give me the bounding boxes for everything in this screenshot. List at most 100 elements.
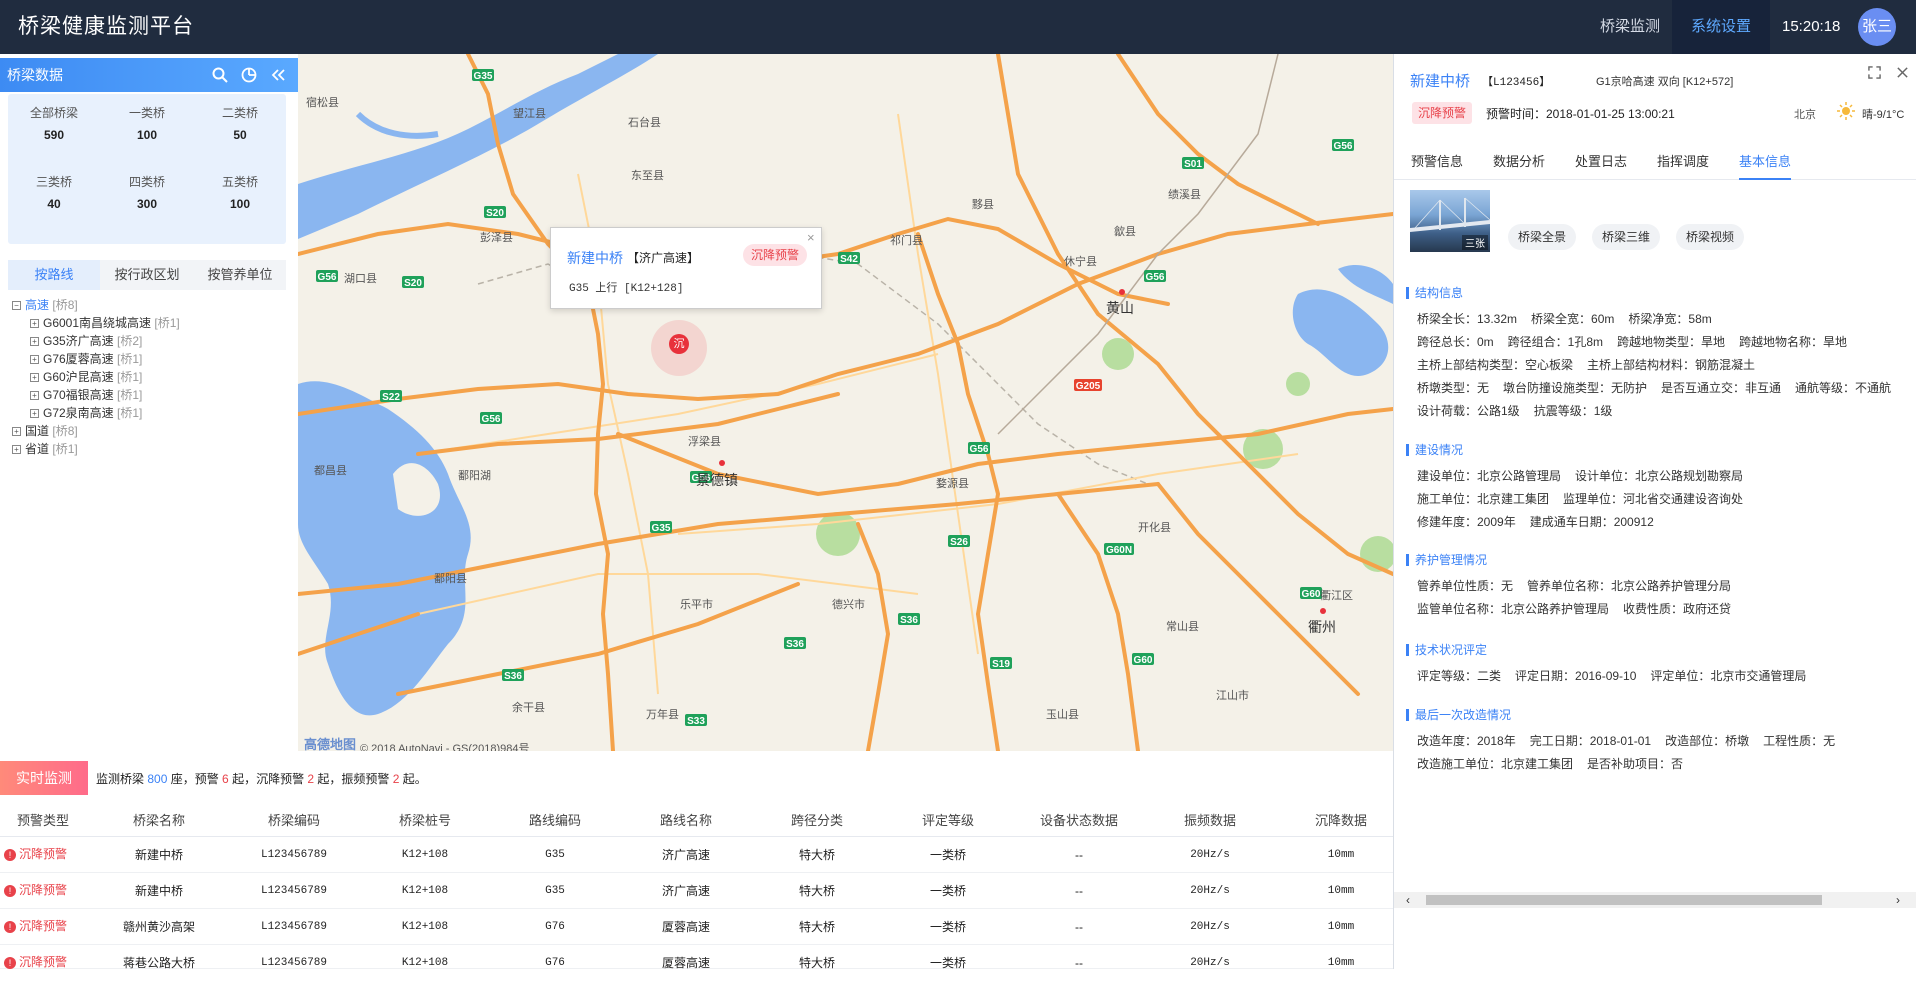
map-canvas[interactable]: G35 S20 S20 G56 S42 G56 S22 G56 G56 G56 … bbox=[298, 54, 1393, 751]
section-last-reform: 最后一次改造情况 bbox=[1406, 709, 1511, 721]
svg-text:鄱阳湖: 鄱阳湖 bbox=[458, 469, 491, 482]
tree-node-g76[interactable]: + G76厦蓉高速 [桥1] bbox=[30, 350, 142, 368]
cell: 10mm bbox=[1327, 849, 1355, 861]
realtime-monitor-button[interactable]: 实时监测 bbox=[0, 761, 88, 795]
expand-toggle-icon[interactable]: + bbox=[30, 391, 39, 401]
3d-button[interactable]: 桥梁三维 bbox=[1592, 224, 1661, 250]
cell: 赣州黄沙高架 bbox=[122, 920, 195, 934]
tab-by-region[interactable]: 按行政区划 bbox=[101, 260, 193, 290]
svg-text:S36: S36 bbox=[504, 671, 522, 682]
maximize-icon[interactable] bbox=[1868, 66, 1881, 79]
left-panel-title: 桥梁数据 bbox=[7, 67, 63, 83]
cell: 10mm bbox=[1327, 921, 1355, 933]
collapse-toggle-icon[interactable]: − bbox=[12, 301, 21, 311]
alert-marker-icon[interactable]: 沉 bbox=[669, 334, 689, 354]
bridge-marker[interactable]: 沉 bbox=[651, 320, 707, 376]
col-rating: 评定等级 bbox=[921, 813, 974, 828]
col-bridge-stake: 桥梁桩号 bbox=[398, 813, 451, 828]
expand-toggle-icon[interactable]: + bbox=[12, 427, 21, 437]
table-row[interactable]: ! 沉降预警 新建中桥 L123456789 K12+108 G35 济广高速 特… bbox=[0, 873, 1393, 909]
cell: 一类桥 bbox=[929, 920, 966, 934]
bridge-photo[interactable]: 三张 bbox=[1410, 190, 1490, 252]
svg-text:万年县: 万年县 bbox=[646, 707, 679, 721]
app-title: 桥梁健康监测平台 bbox=[18, 15, 194, 38]
tree-node-g70[interactable]: + G70福银高速 [桥1] bbox=[30, 386, 142, 404]
tab-alert-info[interactable]: 预警信息 bbox=[1411, 150, 1463, 180]
info-line: 跨径总长：0m 跨径组合：1孔8m 跨越地物类型：旱地 跨越地物名称：旱地 bbox=[1417, 335, 1848, 349]
svg-text:德兴市: 德兴市 bbox=[832, 597, 865, 611]
svg-text:绩溪县: 绩溪县 bbox=[1168, 188, 1201, 201]
tree-node-g35[interactable]: + G35济广高速 [桥2] bbox=[30, 332, 142, 350]
video-button[interactable]: 桥梁视频 bbox=[1676, 224, 1745, 250]
expand-toggle-icon[interactable]: + bbox=[30, 373, 39, 383]
tree-node-g60[interactable]: + G60沪昆高速 [桥1] bbox=[30, 368, 142, 386]
svg-text:衢州: 衢州 bbox=[1308, 619, 1336, 635]
expand-toggle-icon[interactable]: + bbox=[30, 409, 39, 419]
section-maintenance: 养护管理情况 bbox=[1406, 554, 1487, 566]
stat-class1[interactable]: 一类桥 100 bbox=[101, 104, 193, 142]
popup-location: G35 上行 [K12+128] bbox=[569, 283, 684, 295]
scroll-left-icon[interactable]: ‹ bbox=[1406, 892, 1410, 908]
popup-bridge-name[interactable]: 新建中桥 bbox=[567, 248, 623, 268]
svg-text:S42: S42 bbox=[840, 254, 858, 265]
cell: 一类桥 bbox=[929, 956, 966, 970]
tree-node-g72[interactable]: + G72泉南高速 [桥1] bbox=[30, 404, 142, 422]
scroll-right-icon[interactable]: › bbox=[1896, 892, 1900, 908]
svg-text:G56: G56 bbox=[482, 414, 501, 425]
expand-toggle-icon[interactable]: + bbox=[30, 337, 39, 347]
detail-bridge-code: 【L123456】 bbox=[1482, 77, 1551, 89]
cell: L123456789 bbox=[260, 957, 327, 969]
cell: -- bbox=[1075, 956, 1083, 970]
close-icon[interactable] bbox=[1896, 66, 1909, 79]
horizontal-scrollbar[interactable]: ‹ › bbox=[1394, 892, 1916, 908]
nav-system-settings[interactable]: 系统设置 bbox=[1672, 0, 1770, 54]
user-avatar[interactable]: 张三 bbox=[1858, 8, 1896, 46]
cell: 特大桥 bbox=[798, 920, 835, 934]
tab-basic-info[interactable]: 基本信息 bbox=[1739, 150, 1792, 180]
expand-toggle-icon[interactable]: + bbox=[12, 445, 21, 455]
svg-text:S36: S36 bbox=[900, 615, 918, 626]
tree-node-national-road[interactable]: + 国道 [桥8] bbox=[12, 422, 78, 440]
svg-text:G35: G35 bbox=[652, 523, 671, 534]
nav-bridge-monitor[interactable]: 桥梁监测 bbox=[1581, 0, 1679, 54]
popup-close-icon[interactable]: × bbox=[807, 230, 815, 245]
pie-chart-icon[interactable] bbox=[241, 67, 257, 83]
amap-logo: 高德地图 bbox=[304, 737, 356, 751]
scroll-thumb[interactable] bbox=[1426, 895, 1822, 905]
map-view[interactable]: G35 S20 S20 G56 S42 G56 S22 G56 G56 G56 … bbox=[298, 54, 1393, 751]
stat-class4[interactable]: 四类桥 300 bbox=[101, 173, 193, 211]
tab-command-dispatch[interactable]: 指挥调度 bbox=[1657, 150, 1709, 180]
tab-by-unit[interactable]: 按管养单位 bbox=[194, 260, 286, 290]
cell: K12+108 bbox=[401, 885, 449, 897]
svg-text:G60: G60 bbox=[1134, 655, 1153, 666]
cell: 厦蓉高速 bbox=[661, 956, 710, 970]
cell: 20Hz/s bbox=[1190, 921, 1230, 933]
info-line: 建设单位：北京公路管理局 设计单位：北京公路规划勘察局 bbox=[1417, 469, 1744, 483]
col-span-class: 跨径分类 bbox=[790, 813, 843, 828]
stat-all[interactable]: 全部桥梁 590 bbox=[8, 104, 100, 142]
collapse-icon[interactable] bbox=[270, 67, 286, 83]
photo-count-tag: 三张 bbox=[1462, 235, 1488, 250]
tab-disposal-log[interactable]: 处置日志 bbox=[1575, 150, 1627, 180]
tab-data-analysis[interactable]: 数据分析 bbox=[1493, 150, 1545, 180]
stat-class3[interactable]: 三类桥 40 bbox=[8, 173, 100, 211]
tree-node-expressway[interactable]: − 高速 [桥8] bbox=[12, 296, 78, 314]
popup-alert-badge: 沉降预警 bbox=[743, 244, 808, 266]
tree-node-g6001[interactable]: + G6001南昌绕城高速 [桥1] bbox=[30, 314, 180, 332]
table-row[interactable]: ! 沉降预警 蒋巷公路大桥 L123456789 K12+108 G76 厦蓉高速… bbox=[0, 945, 1393, 970]
stat-class2[interactable]: 二类桥 50 bbox=[194, 104, 286, 142]
stat-class5[interactable]: 五类桥 100 bbox=[194, 173, 286, 211]
svg-text:黟县: 黟县 bbox=[972, 198, 994, 211]
tab-by-route[interactable]: 按路线 bbox=[8, 260, 100, 290]
info-line: 桥墩类型：无 墩台防撞设施类型：无防护 是否互通立交：非互通 通航等级：不通航 bbox=[1417, 381, 1892, 395]
svg-text:S01: S01 bbox=[1184, 159, 1202, 170]
info-line: 监管单位名称：北京公路养护管理局 收费性质：政府还贷 bbox=[1417, 602, 1732, 616]
expand-toggle-icon[interactable]: + bbox=[30, 355, 39, 365]
table-row[interactable]: ! 沉降预警 赣州黄沙高架 L123456789 K12+108 G76 厦蓉高速… bbox=[0, 909, 1393, 945]
expand-toggle-icon[interactable]: + bbox=[30, 319, 39, 329]
panorama-button[interactable]: 桥梁全景 bbox=[1508, 224, 1577, 250]
table-row[interactable]: ! 沉降预警 新建中桥 L123456789 K12+108 G35 济广高速 特… bbox=[0, 837, 1393, 873]
search-icon[interactable] bbox=[212, 67, 228, 83]
tree-node-provincial-road[interactable]: + 省道 [桥1] bbox=[12, 440, 78, 458]
cell: G76 bbox=[545, 957, 565, 969]
